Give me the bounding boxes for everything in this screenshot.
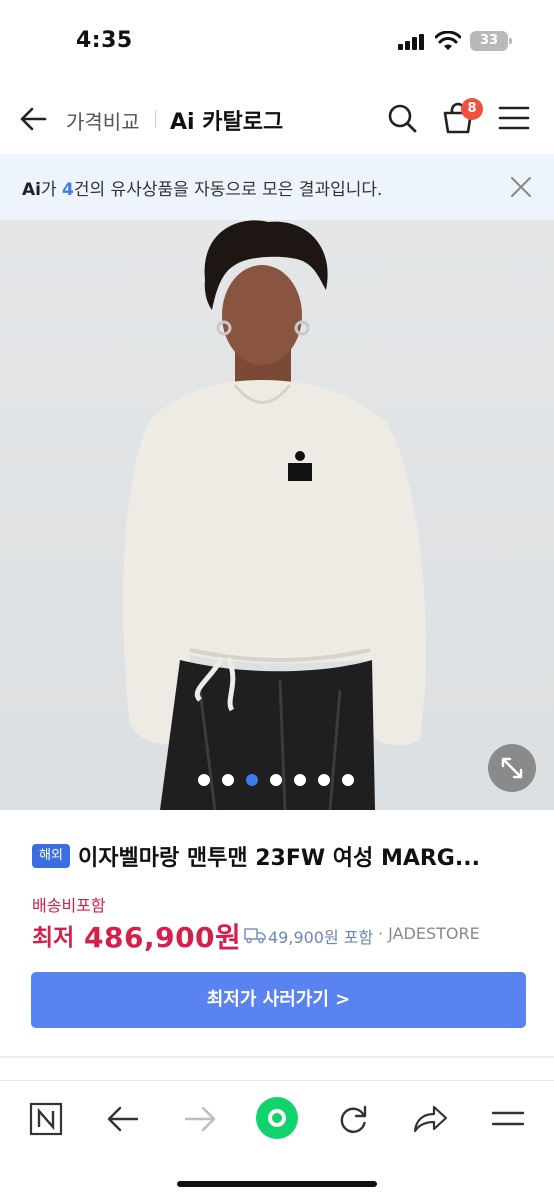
product-image-gallery[interactable] xyxy=(0,220,554,810)
delivery-truck-icon xyxy=(244,928,266,944)
browser-toolbar xyxy=(0,1080,554,1200)
shipping-fee: 49,900원 포함 xyxy=(268,928,374,947)
close-icon[interactable] xyxy=(508,174,534,200)
search-icon[interactable] xyxy=(386,102,418,134)
pagination-dot[interactable] xyxy=(222,774,234,786)
breadcrumb-divider xyxy=(155,110,156,128)
section-divider xyxy=(0,1056,554,1058)
app-header: 가격비교 Ai 카탈로그 8 xyxy=(0,84,554,154)
status-time: 4:35 xyxy=(76,28,133,53)
hamburger-menu-icon[interactable] xyxy=(498,104,530,132)
signal-icon xyxy=(398,34,424,50)
back-arrow-icon[interactable] xyxy=(18,104,48,134)
product-photo xyxy=(123,220,426,810)
menu-icon[interactable] xyxy=(486,1097,530,1141)
wifi-icon xyxy=(435,31,461,50)
pagination-dot[interactable] xyxy=(270,774,282,786)
expand-icon xyxy=(501,757,523,779)
pagination-dot[interactable] xyxy=(342,774,354,786)
page-title: Ai 카탈로그 xyxy=(170,110,284,135)
overseas-badge: 해외 xyxy=(32,844,70,868)
forward-arrow-icon[interactable] xyxy=(178,1097,222,1141)
back-arrow-icon[interactable] xyxy=(101,1097,145,1141)
buy-lowest-price-button[interactable]: 최저가 사러가기 > xyxy=(31,972,526,1028)
pagination-dot[interactable] xyxy=(198,774,210,786)
breadcrumb-price-compare[interactable]: 가격비교 xyxy=(66,106,140,135)
cart-count-badge: 8 xyxy=(461,98,483,120)
ai-notice-banner: Ai가 4건의 유사상품을 자동으로 모은 결과입니다. xyxy=(0,154,554,220)
green-dot-icon[interactable] xyxy=(254,1095,300,1141)
lowest-price: 486,900원 xyxy=(84,921,242,954)
product-name: 이자벨마랑 맨투맨 23FW 여성 MARG... xyxy=(78,846,480,871)
battery-icon: 33 xyxy=(470,31,512,51)
pagination-dot-active[interactable] xyxy=(246,774,258,786)
pagination-dot[interactable] xyxy=(294,774,306,786)
seller-name[interactable]: · JADESTORE xyxy=(378,924,480,943)
expand-image-button[interactable] xyxy=(488,744,536,792)
ai-notice-part: 가 xyxy=(40,180,63,200)
battery-level: 33 xyxy=(479,33,499,48)
shipping-included-label: 배송비포함 xyxy=(32,896,106,915)
home-indicator xyxy=(177,1181,377,1187)
pagination-dot[interactable] xyxy=(318,774,330,786)
refresh-icon[interactable] xyxy=(331,1097,375,1141)
share-icon[interactable] xyxy=(408,1097,452,1141)
product-info: 해외 이자벨마랑 맨투맨 23FW 여성 MARG... 배송비포함 최저 48… xyxy=(0,810,554,1060)
similar-count: 4 xyxy=(62,180,74,200)
naver-home-icon[interactable] xyxy=(24,1097,68,1141)
lowest-label: 최저 xyxy=(32,925,75,951)
ai-notice-text: Ai가 4건의 유사상품을 자동으로 모은 결과입니다. xyxy=(22,175,382,200)
ai-notice-part: 건의 유사상품을 자동으로 모은 결과입니다. xyxy=(73,180,383,200)
ai-logo: Ai xyxy=(22,180,41,200)
status-bar: 4:35 33 xyxy=(0,0,554,80)
